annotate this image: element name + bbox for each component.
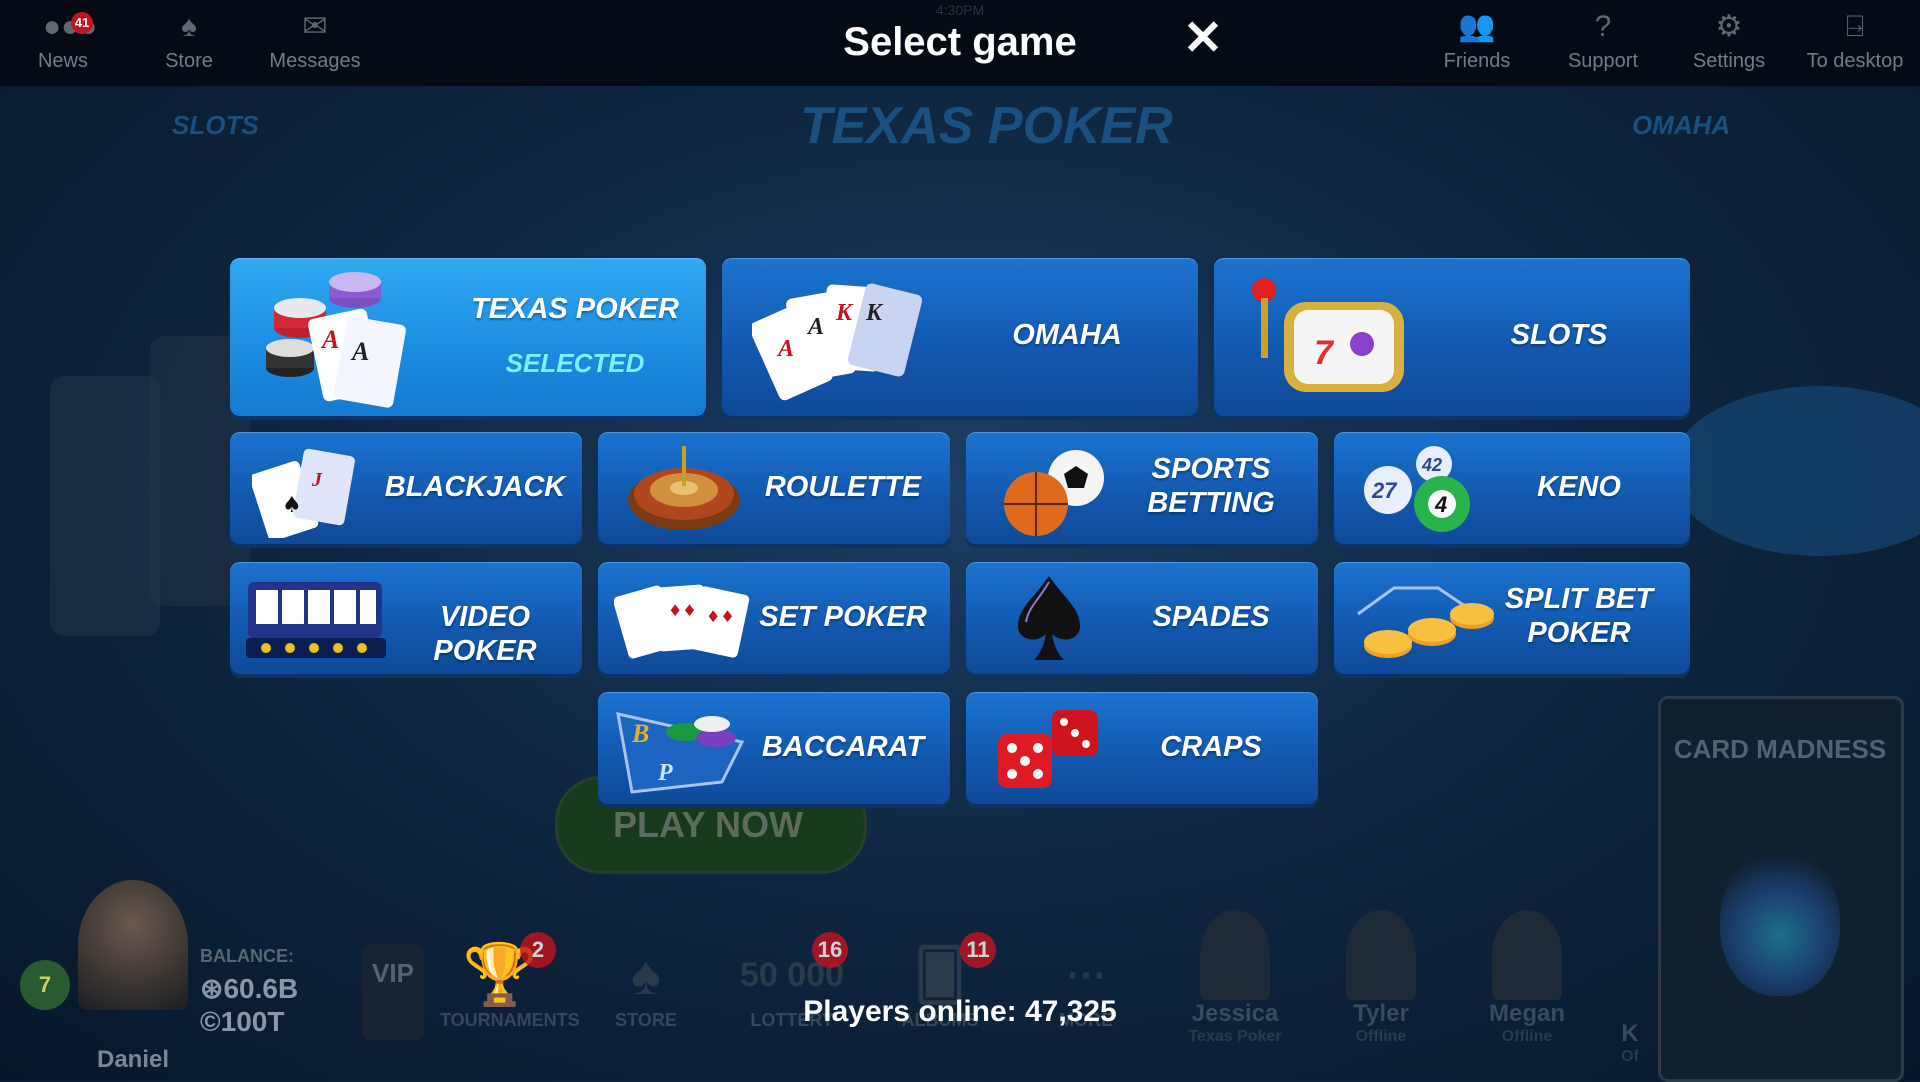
- friend-status: Offline: [1355, 1028, 1407, 1045]
- game-card-texas-poker[interactable]: A A TEXAS POKER SELECTED: [230, 258, 706, 416]
- svg-text:27: 27: [1371, 478, 1398, 503]
- tournaments-badge: 2: [520, 932, 556, 968]
- game-card-craps[interactable]: CRAPS: [966, 692, 1318, 804]
- svg-text:K: K: [865, 300, 884, 326]
- bg-tab-texas-poker: TEXAS POKER: [800, 97, 1173, 155]
- bg-poker-table: [1670, 386, 1920, 556]
- game-card-set-poker[interactable]: ♦♦ ♦♦ SET POKER: [598, 562, 950, 674]
- game-card-video-poker[interactable]: VIDEO POKER: [230, 562, 582, 674]
- svg-text:P: P: [657, 760, 673, 786]
- svg-text:♠: ♠: [282, 493, 302, 518]
- roulette-wheel-icon: [628, 446, 740, 530]
- game-card-split-bet-poker[interactable]: SPLIT BET POKER: [1334, 562, 1690, 674]
- sports-balls-icon: [1004, 450, 1104, 536]
- selected-indicator: SELECTED: [505, 348, 645, 378]
- game-card-spades[interactable]: SPADES: [966, 562, 1318, 674]
- game-label: SET POKER: [759, 601, 927, 633]
- bg-tab-slots: SLOTS: [172, 110, 259, 140]
- game-label: TEXAS POKER: [471, 293, 679, 325]
- game-label: VIDEO POKER: [433, 601, 537, 667]
- svg-text:B: B: [631, 719, 649, 748]
- svg-text:K: K: [835, 300, 854, 326]
- game-card-blackjack[interactable]: ♠ J BLACKJACK: [230, 432, 582, 544]
- game-label-line2: POKER: [1527, 617, 1631, 649]
- player-avatar[interactable]: [78, 880, 188, 1010]
- bg-slot-machine-1: [50, 376, 160, 636]
- keno-balls-icon: 42 27 4: [1364, 446, 1470, 532]
- game-label: BLACKJACK: [384, 471, 566, 503]
- game-card-slots[interactable]: 7 SLOTS: [1214, 258, 1690, 416]
- swirl-flame-icon: [1720, 846, 1840, 996]
- game-label: BACCARAT: [761, 731, 925, 763]
- svg-text:42: 42: [1421, 455, 1442, 475]
- game-label: SPLIT BET POKER: [1484, 582, 1674, 650]
- svg-text:7: 7: [1314, 334, 1335, 372]
- baccarat-table-icon: B P: [616, 712, 745, 794]
- vip-label: VIP: [372, 958, 414, 988]
- game-label-line1: SPORTS: [1151, 453, 1271, 485]
- svg-text:A: A: [350, 337, 369, 366]
- friend-status: Offline: [1501, 1028, 1553, 1045]
- poker-chips-cards-icon: A A: [266, 272, 406, 408]
- friend-avatar: [1492, 910, 1562, 1000]
- card-madness-title: CARD MADNESS: [1673, 734, 1887, 764]
- spade-icon: [1018, 576, 1080, 660]
- game-card-roulette[interactable]: ROULETTE: [598, 432, 950, 544]
- game-card-omaha[interactable]: A A K K OMAHA: [722, 258, 1198, 416]
- friend-status: Texas Poker: [1188, 1028, 1282, 1045]
- play-now-label: PLAY NOW: [612, 804, 804, 845]
- svg-text:A: A: [776, 336, 794, 362]
- friend-avatar: [1200, 910, 1270, 1000]
- bg-tab-omaha: OMAHA: [1632, 110, 1731, 140]
- game-label: SPORTS BETTING: [1116, 452, 1306, 520]
- svg-text:4: 4: [1434, 492, 1447, 517]
- playing-cards-fan-icon: A A K K: [752, 283, 923, 401]
- blackjack-cards-icon: ♠ J: [252, 448, 355, 538]
- players-online: Players online: 47,325: [803, 995, 1117, 1028]
- albums-badge: 11: [960, 932, 996, 968]
- svg-text:A: A: [320, 325, 339, 354]
- game-label: ROULETTE: [764, 471, 922, 503]
- game-label: CRAPS: [1160, 731, 1262, 763]
- game-label-line2: BETTING: [1147, 487, 1275, 519]
- video-poker-machine-icon: [246, 582, 386, 658]
- friend-avatar: [1346, 910, 1416, 1000]
- slot-machine-icon: 7: [1252, 278, 1404, 392]
- card-set-icon: ♦♦ ♦♦: [614, 584, 750, 659]
- friend-status: Of: [1621, 1048, 1639, 1065]
- split-bet-chips-icon: [1357, 586, 1494, 658]
- lottery-badge: 16: [812, 932, 848, 968]
- svg-text:J: J: [311, 469, 323, 491]
- game-label: OMAHA: [1012, 319, 1122, 351]
- game-label: SPADES: [1152, 601, 1270, 633]
- game-card-keno[interactable]: 42 27 4 KENO: [1334, 432, 1690, 544]
- game-label-line1: SPLIT BET: [1504, 583, 1654, 615]
- game-card-baccarat[interactable]: B P BACCARAT: [598, 692, 950, 804]
- game-label: KENO: [1537, 471, 1621, 503]
- game-label: SLOTS: [1510, 319, 1608, 351]
- balance-label: BALANCE:: [200, 946, 294, 966]
- close-button[interactable]: ✕: [1180, 15, 1226, 63]
- svg-text:A: A: [806, 314, 824, 340]
- player-name: Daniel: [96, 1046, 170, 1073]
- dice-icon: [998, 710, 1098, 788]
- svg-text:♦♦: ♦♦: [668, 601, 697, 620]
- modal-title: Select game: [843, 20, 1077, 64]
- svg-text:♦♦: ♦♦: [706, 607, 735, 626]
- game-card-sports-betting[interactable]: SPORTS BETTING: [966, 432, 1318, 544]
